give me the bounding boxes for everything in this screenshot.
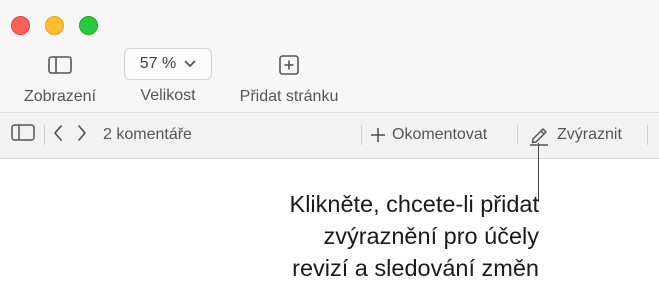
screenshot-frame: Zobrazení 57 % Velikost Přidat stránku 2… [0,0,659,299]
divider [647,125,648,145]
add-comment-label: Okomentovat [392,126,488,143]
add-comment-button[interactable]: Okomentovat [370,113,487,157]
divider [517,125,518,145]
divider [44,125,45,145]
comment-count: 2 komentáře [103,126,192,143]
zoom-control: 57 % Velikost [124,48,212,105]
toolbar: Zobrazení 57 % Velikost Přidat stránku [0,0,659,113]
highlight-button[interactable]: Zvýraznit [528,113,622,157]
view-button[interactable]: Zobrazení [18,48,102,106]
zoom-dropdown[interactable]: 57 % [124,48,212,80]
add-page-button[interactable]: Přidat stránku [231,48,347,106]
zoom-value: 57 % [139,55,177,72]
view-label: Zobrazení [23,88,97,105]
previous-comment-button[interactable] [52,113,64,157]
maximize-window-button[interactable] [79,16,98,35]
next-comment-button[interactable] [76,113,88,157]
divider [361,125,362,145]
plus-icon [370,127,386,143]
callout-text: Klikněte, chcete-li přidat zvýraznění pr… [179,188,539,284]
minimize-window-button[interactable] [45,16,64,35]
chevron-right-icon [76,124,88,147]
sidebar-icon [48,48,72,82]
callout-line-3: revizí a sledování změn [292,255,539,281]
zoom-label: Velikost [140,87,196,104]
chevron-down-icon [184,55,196,73]
close-window-button[interactable] [11,16,30,35]
pen-icon [528,124,550,146]
comments-bar: 2 komentáře Okomentovat Zvýraznit [0,113,659,157]
callout-line-1: Klikněte, chcete-li přidat [289,191,539,217]
sidebar-icon [11,124,35,146]
callout-line-2: zvýraznění pro účely [323,223,539,249]
add-page-label: Přidat stránku [239,88,339,105]
plus-square-icon [279,48,299,82]
app-window: Zobrazení 57 % Velikost Přidat stránku 2… [0,0,659,159]
sidebar-toggle-button[interactable] [11,113,35,157]
highlight-label: Zvýraznit [557,126,622,143]
chevron-left-icon [52,124,64,147]
